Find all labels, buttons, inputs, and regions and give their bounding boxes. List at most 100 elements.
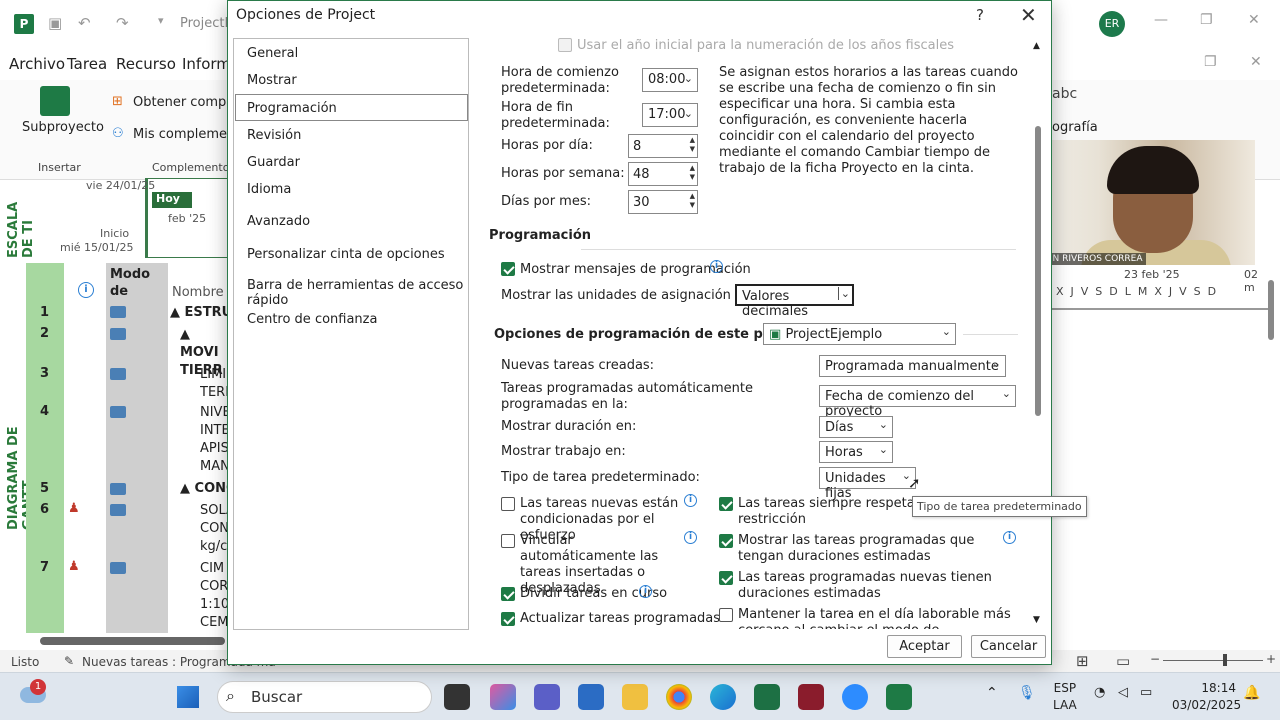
- task-name-3[interactable]: LIMI TERR: [200, 366, 228, 402]
- file-explorer-icon[interactable]: [622, 684, 648, 710]
- lang-line1: ESP: [1053, 681, 1077, 695]
- task-view-icon[interactable]: [444, 684, 470, 710]
- hours-per-week-spinner[interactable]: 48 ▲ ▼: [628, 162, 698, 186]
- scroll-up-icon[interactable]: ▲: [1033, 41, 1040, 51]
- save-icon[interactable]: ▣: [48, 14, 62, 32]
- auto-tasks-select[interactable]: Fecha de comienzo del proyecto ⌄: [819, 385, 1016, 419]
- scrollbar-thumb[interactable]: [1035, 126, 1041, 416]
- cancel-button[interactable]: Cancelar: [971, 635, 1046, 658]
- help-button[interactable]: ?: [976, 6, 984, 24]
- duration-select[interactable]: Días ⌄: [819, 416, 893, 438]
- spinner-arrows-icon[interactable]: ▲ ▼: [690, 164, 695, 182]
- volume-icon[interactable]: ◁: [1118, 685, 1128, 700]
- nav-centro-confianza[interactable]: Centro de confianza: [247, 312, 377, 327]
- nav-personalizar-cinta[interactable]: Personalizar cinta de opciones: [247, 247, 445, 262]
- hours-per-day-spinner[interactable]: 8 ▲ ▼: [628, 134, 698, 158]
- nav-mostrar[interactable]: Mostrar: [247, 73, 297, 88]
- nav-barra-acceso-rapido[interactable]: Barra de herramientas de acceso rápido: [247, 278, 468, 308]
- keep-task-checkbox[interactable]: [719, 608, 733, 622]
- microphone-icon[interactable]: 🎙: [1018, 685, 1036, 701]
- nav-revision[interactable]: Revisión: [247, 128, 301, 143]
- start-button[interactable]: [177, 686, 199, 708]
- language-indicator[interactable]: ESP LAA: [1053, 680, 1077, 714]
- zoom-slider[interactable]: [1163, 660, 1263, 661]
- assignment-units-select[interactable]: Valores decimales ⌄: [735, 284, 854, 319]
- today-marker: Hoy: [152, 192, 192, 208]
- update-tasks-checkbox[interactable]: [501, 612, 515, 626]
- wifi-icon[interactable]: ◔: [1094, 685, 1105, 700]
- start-time-select[interactable]: 08:00 ⌄: [642, 68, 698, 92]
- close-app-icon[interactable]: ✕: [1248, 12, 1260, 28]
- zoom-slider-thumb[interactable]: [1223, 654, 1227, 666]
- resource-person-icon: ♟: [68, 559, 80, 574]
- subproject-button[interactable]: Subproyecto: [22, 120, 104, 135]
- battery-icon[interactable]: ▭: [1140, 685, 1152, 700]
- close-icon[interactable]: ✕: [1020, 3, 1037, 27]
- restore-icon[interactable]: ❐: [1200, 12, 1213, 28]
- clock[interactable]: 18:14 03/02/2025: [1172, 680, 1241, 714]
- new-tasks-select[interactable]: Programada manualmente ⌄: [819, 355, 1006, 377]
- spelling-button[interactable]: ografía: [1052, 120, 1098, 135]
- respect-links-checkbox[interactable]: [719, 497, 733, 511]
- show-estimated-checkbox[interactable]: [719, 534, 733, 548]
- ribbon-close-icon[interactable]: ✕: [1250, 54, 1262, 70]
- task-name-4[interactable]: NIVE INTE APIS MAN: [200, 404, 228, 476]
- copilot-icon[interactable]: [490, 684, 516, 710]
- gantt-view-icon[interactable]: ⊞: [1076, 652, 1089, 670]
- task-type-select[interactable]: Unidades fijas ⌄: [819, 467, 916, 501]
- teams-icon[interactable]: [534, 684, 560, 710]
- fiscal-year-checkbox[interactable]: [558, 38, 572, 52]
- auto-tasks-label: Tareas programadas automáticamente progr…: [501, 381, 753, 412]
- tab-tarea[interactable]: Tarea: [67, 55, 107, 73]
- chrome-icon[interactable]: [666, 684, 692, 710]
- chevron-up-icon[interactable]: ⌃: [986, 685, 998, 701]
- edge-icon[interactable]: [710, 684, 736, 710]
- nav-general[interactable]: General: [247, 46, 298, 61]
- nav-programacion[interactable]: Programación: [247, 101, 337, 116]
- store-app-icon[interactable]: [578, 684, 604, 710]
- ribbon-restore-icon[interactable]: ❐: [1204, 54, 1217, 70]
- spinner-arrows-icon[interactable]: ▲ ▼: [690, 136, 695, 154]
- user-avatar[interactable]: ER: [1099, 11, 1125, 37]
- task-name-6[interactable]: SOLA CON kg/c: [200, 502, 228, 556]
- customize-qat-icon[interactable]: ▾: [158, 14, 164, 27]
- subproject-icon: [40, 86, 70, 116]
- task-name-7[interactable]: CIM COR 1:10 CEM: [200, 560, 228, 632]
- days-per-month-spinner[interactable]: 30 ▲ ▼: [628, 190, 698, 214]
- tab-archivo[interactable]: Archivo: [9, 55, 65, 73]
- spinner-arrows-icon[interactable]: ▲ ▼: [690, 192, 695, 210]
- end-time-select[interactable]: 17:00 ⌄: [642, 103, 698, 127]
- excel-icon[interactable]: [754, 684, 780, 710]
- autolink-checkbox[interactable]: [501, 534, 515, 548]
- nav-idioma[interactable]: Idioma: [247, 182, 291, 197]
- minimize-icon[interactable]: —: [1154, 12, 1168, 28]
- content-scrollbar[interactable]: ▲ ▼: [1033, 41, 1043, 631]
- zoom-in-icon[interactable]: +: [1266, 652, 1276, 666]
- effort-driven-checkbox[interactable]: [501, 497, 515, 511]
- status-ready: Listo: [11, 655, 40, 669]
- new-estimated-checkbox[interactable]: [719, 571, 733, 585]
- work-select[interactable]: Horas ⌄: [819, 441, 893, 463]
- nav-guardar[interactable]: Guardar: [247, 155, 300, 170]
- gantt-vscroll-thumb[interactable]: [1268, 280, 1274, 340]
- project-taskbar-icon[interactable]: [886, 684, 912, 710]
- row-number-1: 1: [40, 305, 50, 320]
- project-select[interactable]: ▣ ProjectEjemplo ⌄: [763, 323, 956, 345]
- taskbar-search[interactable]: [217, 681, 432, 713]
- ok-button[interactable]: Aceptar: [887, 635, 962, 658]
- nav-avanzado[interactable]: Avanzado: [247, 214, 310, 229]
- app-icon-red[interactable]: [798, 684, 824, 710]
- redo-icon[interactable]: ↷: [116, 14, 129, 32]
- zoom-icon[interactable]: [842, 684, 868, 710]
- undo-icon[interactable]: ↶: [78, 14, 91, 32]
- split-tasks-checkbox[interactable]: [501, 587, 515, 601]
- scroll-down-icon[interactable]: ▼: [1033, 615, 1040, 625]
- show-scheduling-messages-checkbox[interactable]: [501, 262, 515, 276]
- sheet-view-icon[interactable]: ▭: [1116, 652, 1130, 670]
- chevron-down-icon: ⌄: [683, 107, 693, 120]
- bell-icon[interactable]: 🔔: [1243, 685, 1260, 701]
- tab-recurso[interactable]: Recurso: [116, 55, 176, 73]
- zoom-out-icon[interactable]: −: [1150, 652, 1160, 666]
- mode-column-header[interactable]: Modo de: [110, 266, 162, 300]
- grid-hscroll-thumb[interactable]: [40, 637, 225, 645]
